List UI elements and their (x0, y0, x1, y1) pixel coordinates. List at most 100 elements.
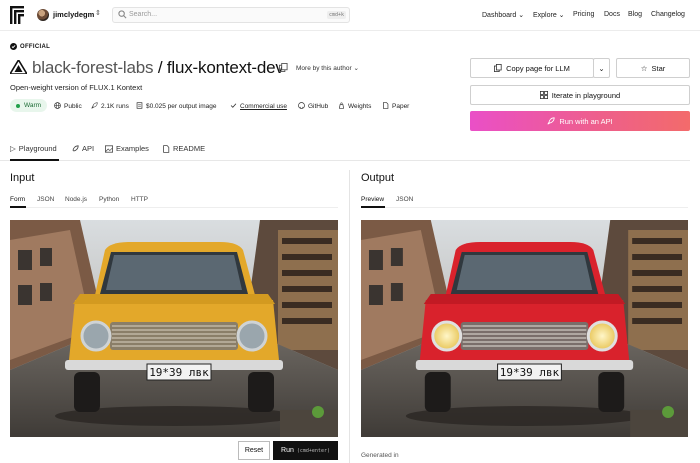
status-badge: Warm (10, 99, 48, 112)
run-button[interactable]: Run (cmd+enter) (273, 441, 338, 460)
paper-link[interactable]: Paper (392, 103, 409, 110)
tab-examples-label: Examples (116, 144, 149, 153)
bfl-logo-icon (10, 60, 27, 74)
nav-divider (0, 30, 700, 31)
price-meta: $0.025 per output image (136, 102, 216, 110)
model-owner[interactable]: black-forest-labs (32, 58, 154, 77)
iterate-playground-button[interactable]: Iterate in playground (470, 85, 690, 105)
input-heading: Input (10, 172, 35, 184)
tabs-divider (0, 160, 690, 161)
license-meta[interactable]: Commercial use (230, 102, 287, 110)
search-placeholder: Search... (129, 11, 158, 18)
star-icon: ☆ (640, 63, 648, 73)
nav-changelog[interactable]: Changelog (651, 11, 685, 18)
license-link[interactable]: Commercial use (240, 103, 287, 110)
grid-icon (539, 91, 548, 99)
tab-playground-label: Playground (18, 144, 57, 153)
status-dot-icon (16, 103, 20, 108)
tab-readme-label: README (173, 144, 206, 153)
weight-icon (338, 102, 345, 109)
run-api-label: Run with an API (559, 116, 613, 126)
more-by-author-label: More by this author (296, 65, 352, 72)
search-icon (118, 10, 127, 19)
subtab-form[interactable]: Form (10, 196, 25, 203)
status-label: Warm (24, 102, 42, 109)
nav-dashboard[interactable]: Dashboard ⌄ (482, 11, 524, 19)
car-photo-yellow: 19*39 лвк (10, 220, 338, 437)
subtab-output-json[interactable]: JSON (396, 196, 413, 203)
image-icon (105, 144, 113, 153)
paper-meta[interactable]: Paper (382, 102, 409, 110)
official-badge: OFFICIAL (20, 44, 51, 50)
run-shortcut: (cmd+enter) (296, 447, 330, 454)
star-button[interactable]: ☆ Star (616, 58, 690, 78)
subtab-preview[interactable]: Preview (361, 196, 384, 203)
subtabs-divider (10, 207, 338, 208)
rocket-icon (91, 102, 98, 109)
license-plate-text: 19*39 лвк (149, 366, 209, 379)
nav-pricing[interactable]: Pricing (573, 11, 594, 18)
copy-page-dropdown[interactable]: ⌄ (593, 58, 610, 78)
tab-examples[interactable]: Examples (105, 144, 149, 153)
visibility-meta: Public (54, 102, 82, 110)
tab-api[interactable]: API (71, 144, 94, 153)
search-shortcut: cmd+k (327, 11, 347, 19)
panel-divider (349, 170, 350, 463)
generated-time: Generated in (361, 452, 399, 459)
subtab-http[interactable]: HTTP (131, 196, 148, 203)
copy-page-button[interactable]: Copy page for LLM (470, 58, 594, 78)
weights-meta[interactable]: Weights (338, 102, 371, 110)
copy-page-label: Copy page for LLM (506, 63, 570, 73)
license-plate-text: 19*39 лвк (500, 366, 560, 379)
active-tab-indicator (10, 159, 59, 161)
reset-label: Reset (244, 447, 264, 454)
run-with-api-button[interactable]: Run with an API (470, 111, 690, 131)
subtab-python[interactable]: Python (99, 196, 119, 203)
input-image[interactable]: 19*39 лвк (10, 220, 338, 437)
receipt-icon (136, 102, 143, 109)
weights-link[interactable]: Weights (348, 103, 371, 110)
github-icon (298, 102, 305, 109)
github-meta[interactable]: GitHub (298, 102, 328, 110)
rocket-icon (547, 117, 555, 125)
play-icon: ▷ (10, 144, 16, 153)
copy-icon[interactable] (279, 63, 288, 72)
model-description: Open-weight version of FLUX.1 Kontext (10, 83, 143, 92)
model-name: flux-kontext-dev (166, 58, 284, 77)
price-label: $0.025 per output image (146, 103, 217, 110)
active-output-subtab-indicator (361, 206, 385, 208)
title-separator: / (157, 58, 163, 77)
replicate-logo[interactable] (10, 6, 24, 24)
subtab-nodejs[interactable]: Node.js (65, 196, 87, 203)
nav-docs[interactable]: Docs (604, 11, 620, 18)
copy-icon (494, 64, 502, 72)
runs-count: 2.1K runs (101, 103, 129, 110)
chevron-updown-icon[interactable]: ⇕ (95, 9, 101, 17)
visibility-label: Public (64, 103, 82, 110)
star-label: Star (651, 63, 666, 73)
chevron-down-icon: ⌄ (598, 63, 605, 73)
page-title: black-forest-labs / flux-kontext-dev (32, 58, 284, 78)
more-by-author-dropdown[interactable]: More by this author ⌄ (296, 64, 359, 72)
tab-api-label: API (82, 144, 95, 153)
active-subtab-indicator (10, 206, 26, 208)
username[interactable]: jimclydegm (53, 10, 94, 19)
output-image[interactable]: 19*39 лвк (361, 220, 688, 437)
runs-meta: 2.1K runs (91, 102, 129, 110)
check-icon (230, 103, 237, 108)
document-icon (163, 144, 170, 153)
avatar[interactable] (37, 9, 49, 21)
reset-button[interactable]: Reset (238, 441, 270, 460)
rocket-icon (72, 144, 79, 151)
verified-icon (10, 43, 17, 50)
output-heading: Output (361, 172, 395, 184)
car-photo-red: 19*39 лвк (361, 220, 688, 437)
tab-playground[interactable]: ▷ Playground (10, 144, 57, 153)
globe-icon (54, 102, 61, 109)
nav-explore[interactable]: Explore ⌄ (533, 11, 565, 19)
tab-readme[interactable]: README (162, 144, 205, 153)
nav-blog[interactable]: Blog (628, 11, 642, 18)
iterate-label: Iterate in playground (551, 90, 621, 100)
subtab-json[interactable]: JSON (37, 196, 54, 203)
github-link[interactable]: GitHub (308, 103, 328, 110)
